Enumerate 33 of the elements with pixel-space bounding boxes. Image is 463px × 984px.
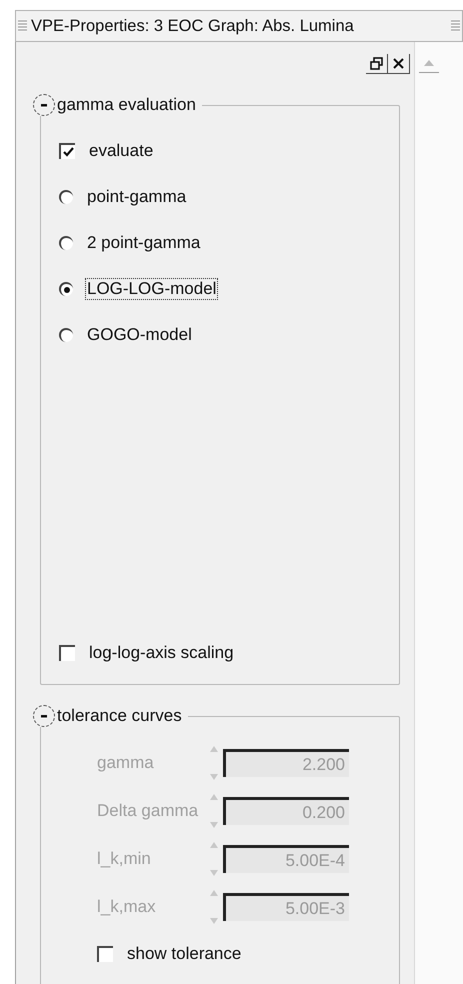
checkbox[interactable] [59,645,75,661]
restore-button[interactable] [366,54,388,74]
window-title: VPE-Properties: 3 EOC Graph: Abs. Lumina [31,16,355,36]
minus-icon [40,101,48,109]
field-label: Delta gamma [97,801,200,821]
field-label: gamma [97,753,155,773]
close-button[interactable] [388,54,410,74]
group-title: gamma evaluation [57,95,196,115]
grip-icon [451,19,460,33]
restore-icon [370,57,383,70]
field-label: l_k,min [97,849,152,869]
checkbox[interactable] [97,946,113,962]
radio-button[interactable] [59,236,73,250]
radio-button[interactable] [59,328,73,342]
collapse-button[interactable] [33,94,55,116]
minus-icon [40,712,48,720]
radio-label: 2 point-gamma [86,232,202,254]
close-icon [393,58,404,69]
grip-icon [18,19,27,33]
arrow-up-icon [424,60,434,66]
checkbox-label: log-log-axis scaling [88,642,235,664]
checkbox[interactable] [59,143,75,159]
checkbox-label: evaluate [88,140,154,162]
radio-button[interactable] [59,190,73,204]
radio-label: point-gamma [86,186,188,208]
check-icon [62,147,74,157]
collapse-button[interactable] [33,705,55,727]
radio-label: GOGO-model [86,324,193,346]
field-label: l_k,max [97,897,157,917]
radio-button[interactable] [59,282,73,296]
radio-label: LOG-LOG-model [85,278,218,300]
group-title: tolerance curves [57,706,182,726]
checkbox-label: show tolerance [126,943,242,965]
